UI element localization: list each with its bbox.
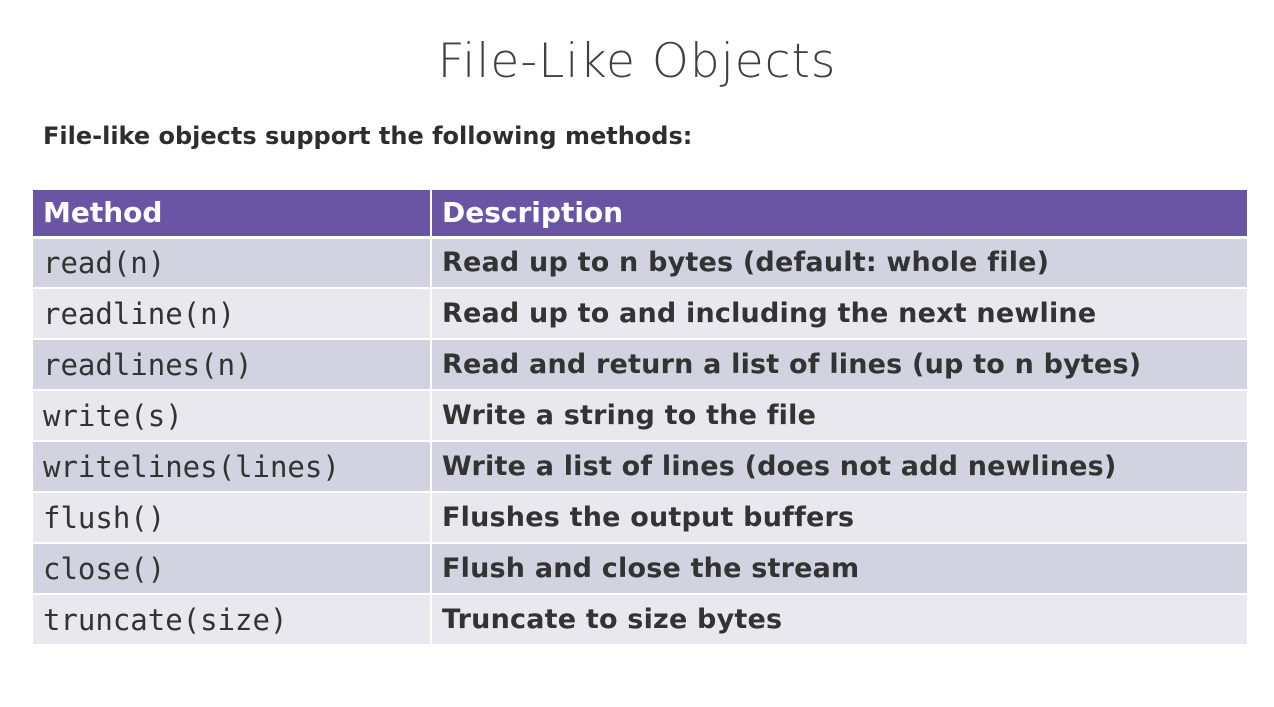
- description-cell: Truncate to size bytes: [431, 594, 1247, 646]
- description-cell: Write a string to the file: [431, 390, 1247, 442]
- table-header-row: Method Description: [33, 190, 1247, 239]
- method-cell: flush(): [33, 492, 432, 544]
- table-row: write(s) Write a string to the file: [33, 390, 1247, 442]
- table-row: readlines(n) Read and return a list of l…: [33, 339, 1247, 391]
- table-row: flush() Flushes the output buffers: [33, 492, 1247, 544]
- method-cell: readlines(n): [33, 339, 432, 391]
- slide-title: File-Like Objects: [437, 34, 837, 89]
- method-cell: truncate(size): [33, 594, 432, 646]
- intro-text: File-like objects support the following …: [43, 122, 693, 150]
- table-row: read(n) Read up to n bytes (default: who…: [33, 237, 1247, 289]
- description-cell: Write a list of lines (does not add newl…: [431, 441, 1247, 493]
- table-row: close() Flush and close the stream: [33, 543, 1247, 595]
- column-header-method: Method: [33, 190, 432, 239]
- description-cell: Read and return a list of lines (up to n…: [431, 339, 1247, 391]
- methods-table: Method Description read(n) Read up to n …: [33, 190, 1247, 646]
- table-row: writelines(lines) Write a list of lines …: [33, 441, 1247, 493]
- method-cell: writelines(lines): [33, 441, 432, 493]
- description-cell: Read up to n bytes (default: whole file): [431, 237, 1247, 289]
- description-cell: Flush and close the stream: [431, 543, 1247, 595]
- method-cell: read(n): [33, 237, 432, 289]
- description-cell: Read up to and including the next newlin…: [431, 288, 1247, 340]
- method-cell: close(): [33, 543, 432, 595]
- method-cell: readline(n): [33, 288, 432, 340]
- table-row: readline(n) Read up to and including the…: [33, 288, 1247, 340]
- table-row: truncate(size) Truncate to size bytes: [33, 594, 1247, 646]
- method-cell: write(s): [33, 390, 432, 442]
- column-header-description: Description: [431, 190, 1247, 239]
- description-cell: Flushes the output buffers: [431, 492, 1247, 544]
